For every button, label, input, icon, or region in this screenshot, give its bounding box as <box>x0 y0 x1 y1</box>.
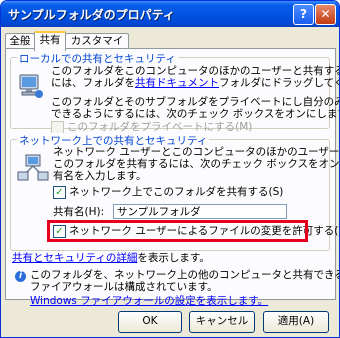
network-sharing-group: ネットワーク上での共有とセキュリティ ネットワーク ユーザーとこのコンピュータの… <box>10 133 339 251</box>
network-desc-line1: ネットワーク ユーザーとこのコンピュータのほかのユーザーの両方と <box>53 146 340 158</box>
close-button[interactable]: ✕ <box>315 4 336 25</box>
red-highlight-box <box>47 220 308 242</box>
share-name-label: 共有名(H): <box>53 206 105 218</box>
network-desc-line3: 有名を入力します。 <box>53 170 147 182</box>
local-desc-line1: このフォルダをこのコンピュータのほかのユーザーと共有する <box>51 65 340 77</box>
local-desc-line2-pre: には、フォルダを <box>51 77 135 89</box>
security-details-line: 共有とセキュリティの詳細を表示します。 <box>12 252 210 264</box>
ok-button[interactable]: OK <box>118 311 182 333</box>
private-desc-line1: このフォルダとそのサブフォルダをプライベートにし自分のみがアクセス <box>51 96 339 108</box>
title-bar[interactable]: サンプルフォルダのプロパティ ? ✕ <box>1 1 339 27</box>
network-icon <box>17 154 49 181</box>
tab-customize[interactable]: カスタマイズ <box>65 33 129 62</box>
security-details-link[interactable]: 共有とセキュリティの詳細 <box>12 252 137 264</box>
private-desc-line2: できるようにするには、次のチェック ボックスをオンにします。 <box>51 108 340 120</box>
info-icon: i <box>15 271 26 282</box>
local-desc-line2: には、フォルダを共有ドキュメントフォルダにドラッグしてください。 <box>51 77 339 89</box>
share-name-input[interactable]: サンプルフォルダ <box>113 204 287 219</box>
private-checkbox-label: このフォルダをプライベートにする(M) <box>67 121 253 133</box>
apply-button[interactable]: 適用(A) <box>263 311 329 333</box>
local-sharing-legend: ローカルでの共有とセキュリティ <box>17 51 178 66</box>
security-details-post: を表示します。 <box>137 252 210 264</box>
tab-sharing[interactable]: 共有 <box>34 31 66 51</box>
properties-dialog: サンプルフォルダのプロパティ ? ✕ 全般 共有 カスタマイズ ローカルでの共有… <box>0 0 340 338</box>
help-button[interactable]: ? <box>293 4 314 25</box>
firewall-settings-link[interactable]: Windows ファイアウォールの設定を表示します。 <box>30 295 268 307</box>
shared-documents-link[interactable]: 共有ドキュメント <box>135 77 219 89</box>
window-title: サンプルフォルダのプロパティ <box>8 8 175 22</box>
share-network-label: ネットワーク上でこのフォルダを共有する(S) <box>69 186 284 198</box>
cancel-button[interactable]: キャンセル <box>189 311 255 333</box>
network-desc-line2: このフォルダを共有するには、次のチェック ボックスをオンにしてから共 <box>53 158 340 170</box>
tab-general[interactable]: 全般 <box>5 33 35 49</box>
local-sharing-group: ローカルでの共有とセキュリティ このフォルダをこのコンピュータのほかのユーザーと… <box>10 51 339 134</box>
firewall-text-line1: このフォルダを、ネットワーク上の他のコンピュータと共有できるよう、Windows <box>30 269 340 281</box>
sharing-panel: ローカルでの共有とセキュリティ このフォルダをこのコンピュータのほかのユーザーと… <box>5 48 339 307</box>
firewall-text-line2: ファイアウォールは構成されています。 <box>30 281 218 293</box>
local-desc-line2-post: フォルダにドラッグしてください。 <box>219 77 339 89</box>
share-network-checkbox[interactable]: ✓ <box>53 186 66 199</box>
local-computer-icon <box>19 74 43 98</box>
